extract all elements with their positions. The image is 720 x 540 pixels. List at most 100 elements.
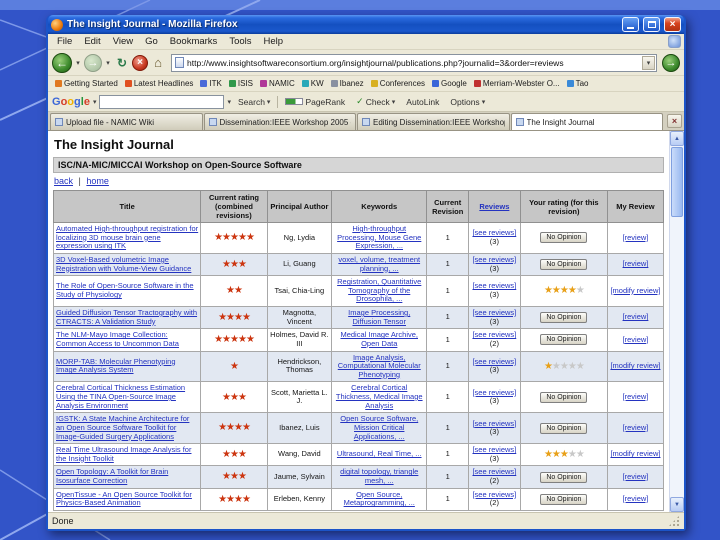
tab-3[interactable]: Editing Dissemination:IEEE Workshop 200.… <box>357 113 510 130</box>
tab-2[interactable]: Dissemination:IEEE Workshop 2005 - NA... <box>203 113 356 130</box>
my-review-link[interactable]: [modify review] <box>610 449 660 459</box>
my-review-link[interactable]: [modify review] <box>610 361 660 370</box>
menu-item-go[interactable]: Go <box>139 35 164 48</box>
my-review-link[interactable]: [review] <box>623 233 649 242</box>
scroll-down-button[interactable]: ▼ <box>670 497 684 512</box>
paper-title-link[interactable]: Automated High-throughput registration f… <box>56 224 198 250</box>
my-review-link[interactable]: [review] <box>623 335 649 344</box>
paper-title-link[interactable]: The Role of Open-Source Software in the … <box>56 281 194 299</box>
my-review-link[interactable]: [review] <box>623 392 649 401</box>
google-search-button[interactable]: Search ▾ <box>234 97 274 107</box>
home-button[interactable]: ⌂ <box>150 55 166 71</box>
my-review-link[interactable]: [review] <box>623 494 649 503</box>
paper-title-link[interactable]: 3D Voxel-Based volumetric Image Registra… <box>56 255 191 273</box>
menu-item-file[interactable]: File <box>51 35 78 48</box>
google-logo[interactable]: Google <box>52 96 90 108</box>
menu-item-view[interactable]: View <box>107 35 139 48</box>
keywords-link[interactable]: digital topology, triangle mesh, ... <box>340 467 418 485</box>
bookmark-item[interactable]: Conferences <box>368 79 428 88</box>
keywords-link[interactable]: Image Processing, Diffusion Tensor <box>348 308 410 326</box>
toolbar-separator <box>277 95 279 108</box>
bookmark-favicon-icon <box>259 80 267 87</box>
keywords-link[interactable]: Registration, Quantitative Tomography of… <box>337 277 421 303</box>
autolink-button[interactable]: AutoLink <box>402 97 443 107</box>
bookmark-item[interactable]: NAMIC <box>257 79 298 88</box>
keywords-link[interactable]: Ultrasound, Real Time, ... <box>337 449 422 459</box>
menu-item-tools[interactable]: Tools <box>223 35 257 48</box>
paper-title-link[interactable]: Guided Diffusion Tensor Tractography wit… <box>56 308 197 326</box>
back-link[interactable]: back <box>54 176 73 186</box>
keywords-link[interactable]: Open Source Software, Mission Critical A… <box>340 414 418 440</box>
bookmark-item[interactable]: KW <box>299 79 327 88</box>
no-opinion-button[interactable]: No Opinion <box>540 422 588 434</box>
bookmark-item[interactable]: ISIS <box>226 79 256 88</box>
window-titlebar[interactable]: The Insight Journal - Mozilla Firefox × <box>48 15 684 34</box>
paper-title-link[interactable]: The NLM-Mayo Image Collection: Common Ac… <box>56 330 179 348</box>
resize-grip[interactable] <box>668 515 680 527</box>
google-logo-dropdown-icon[interactable]: ▾ <box>93 98 97 106</box>
paper-title-link[interactable]: Real Time Ultrasound Image Analysis for … <box>56 445 191 463</box>
vertical-scrollbar[interactable]: ▲ ▼ <box>669 131 684 512</box>
reload-button[interactable]: ↻ <box>114 55 130 71</box>
options-button[interactable]: Options ▾ <box>446 97 489 107</box>
paper-title-link[interactable]: Open Topology: A Toolkit for Brain Isosu… <box>56 467 168 485</box>
tab-4[interactable]: The Insight Journal <box>510 113 663 130</box>
back-button[interactable]: ← <box>52 52 72 73</box>
go-button[interactable]: → <box>662 53 680 72</box>
my-review-link[interactable]: [review] <box>623 259 649 268</box>
star-rating: ★★ <box>226 285 243 296</box>
menu-item-edit[interactable]: Edit <box>78 35 106 48</box>
forward-dropdown-icon[interactable]: ▾ <box>104 59 112 67</box>
revision-cell: 1 <box>426 252 469 277</box>
bookmark-item[interactable]: Tao <box>564 79 592 88</box>
paper-title-link[interactable]: IGSTK: A State Machine Architecture for … <box>56 414 189 440</box>
my-review-link[interactable]: [review] <box>623 472 649 481</box>
google-search-input[interactable] <box>99 94 225 109</box>
bookmark-item[interactable]: Ibanez <box>328 79 367 88</box>
spellcheck-button[interactable]: ✓ Check ▾ <box>352 96 399 107</box>
no-opinion-button[interactable]: No Opinion <box>540 334 588 346</box>
keywords-link[interactable]: Medical Image Archive, Open Data <box>340 330 418 348</box>
my-review-link[interactable]: [review] <box>623 423 649 432</box>
google-search-history-icon[interactable]: ▾ <box>227 98 231 106</box>
back-dropdown-icon[interactable]: ▾ <box>74 59 82 67</box>
keywords-link[interactable]: Open Source, Metaprogramming, ... <box>344 490 415 508</box>
paper-title-link[interactable]: MORP-TAB: Molecular Phenotyping Image An… <box>56 357 176 375</box>
keywords-link[interactable]: Cerebral Cortical Thickness, Medical Ima… <box>336 383 423 410</box>
stop-button[interactable]: × <box>132 54 148 71</box>
scroll-up-button[interactable]: ▲ <box>670 131 684 146</box>
home-link[interactable]: home <box>86 176 109 186</box>
pagerank-indicator[interactable]: PageRank <box>281 97 349 107</box>
keywords-link[interactable]: Image Analysis, Computational Molecular … <box>338 353 421 379</box>
my-review-link[interactable]: [review] <box>623 312 649 322</box>
close-tab-button[interactable]: × <box>667 114 682 128</box>
no-opinion-button[interactable]: No Opinion <box>540 259 588 270</box>
paper-title-link[interactable]: OpenTissue - An Open Source Toolkit for … <box>56 490 192 508</box>
maximize-button[interactable] <box>643 17 660 32</box>
url-input[interactable] <box>184 57 642 68</box>
tab-1[interactable]: Upload file - NAMIC Wiki <box>50 113 203 130</box>
no-opinion-button[interactable]: No Opinion <box>540 232 588 244</box>
my-review-link[interactable]: [modify review] <box>610 286 660 295</box>
bookmark-item[interactable]: ITK <box>197 79 224 88</box>
keywords-link[interactable]: voxel, volume, treatment planning, ... <box>338 255 420 273</box>
menu-item-bookmarks[interactable]: Bookmarks <box>164 35 224 48</box>
column-header[interactable]: Reviews <box>467 190 521 223</box>
bookmark-item[interactable]: Google <box>429 79 470 88</box>
no-opinion-button[interactable]: No Opinion <box>540 391 588 403</box>
no-opinion-button[interactable]: No Opinion <box>540 471 588 483</box>
forward-button[interactable]: → <box>84 53 102 72</box>
keywords-link[interactable]: High-throughput Processing, Mouse Gene E… <box>337 224 421 250</box>
paper-title-link[interactable]: Cerebral Cortical Thickness Estimation U… <box>56 383 185 410</box>
no-opinion-button[interactable]: No Opinion <box>540 493 588 505</box>
minimize-button[interactable] <box>622 17 639 32</box>
bookmark-item[interactable]: Latest Headlines <box>122 79 197 88</box>
no-opinion-button[interactable]: No Opinion <box>540 312 588 324</box>
star-rating: ★★★ <box>222 449 247 460</box>
url-history-dropdown[interactable]: ▾ <box>642 55 655 70</box>
bookmark-item[interactable]: Getting Started <box>52 79 121 88</box>
bookmark-item[interactable]: Merriam-Webster O... <box>471 79 563 88</box>
scroll-thumb[interactable] <box>671 147 683 217</box>
menu-item-help[interactable]: Help <box>258 35 290 48</box>
close-window-button[interactable]: × <box>664 17 681 32</box>
